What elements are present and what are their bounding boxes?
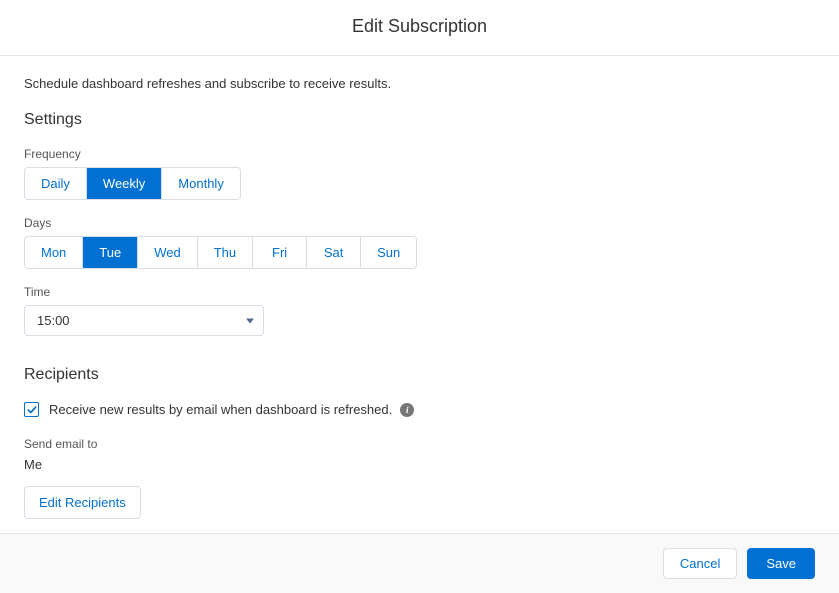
recipients-section: Recipients Receive new results by email … <box>24 366 815 519</box>
frequency-field: Frequency Daily Weekly Monthly <box>24 147 815 200</box>
description-text: Schedule dashboard refreshes and subscri… <box>24 76 815 91</box>
cancel-button[interactable]: Cancel <box>663 548 737 579</box>
receive-email-row: Receive new results by email when dashbo… <box>24 402 815 417</box>
frequency-button-group: Daily Weekly Monthly <box>24 167 241 200</box>
frequency-label: Frequency <box>24 147 815 161</box>
send-to-label: Send email to <box>24 437 815 451</box>
frequency-option-daily[interactable]: Daily <box>25 168 87 199</box>
day-option-sun[interactable]: Sun <box>361 237 416 268</box>
frequency-option-monthly[interactable]: Monthly <box>162 168 240 199</box>
days-button-group: Mon Tue Wed Thu Fri Sat Sun <box>24 236 417 269</box>
edit-recipients-button[interactable]: Edit Recipients <box>24 486 141 519</box>
send-to-value: Me <box>24 457 815 472</box>
day-option-wed[interactable]: Wed <box>138 237 198 268</box>
days-field: Days Mon Tue Wed Thu Fri Sat Sun <box>24 216 815 269</box>
frequency-option-weekly[interactable]: Weekly <box>87 168 162 199</box>
info-icon[interactable]: i <box>400 403 414 417</box>
time-select[interactable]: 15:00 <box>24 305 264 336</box>
day-option-mon[interactable]: Mon <box>25 237 83 268</box>
day-option-tue[interactable]: Tue <box>83 237 138 268</box>
day-option-sat[interactable]: Sat <box>307 237 361 268</box>
settings-heading: Settings <box>24 111 815 129</box>
receive-email-checkbox[interactable] <box>24 402 39 417</box>
recipients-heading: Recipients <box>24 366 815 384</box>
days-label: Days <box>24 216 815 230</box>
save-button[interactable]: Save <box>747 548 815 579</box>
time-field: Time 15:00 <box>24 285 815 336</box>
day-option-thu[interactable]: Thu <box>198 237 253 268</box>
dialog-title: Edit Subscription <box>0 16 839 37</box>
dialog-content: Schedule dashboard refreshes and subscri… <box>0 56 839 533</box>
checkmark-icon <box>27 405 37 415</box>
time-select-wrapper: 15:00 <box>24 305 264 336</box>
receive-email-label: Receive new results by email when dashbo… <box>49 402 392 417</box>
dialog-header: Edit Subscription <box>0 0 839 56</box>
day-option-fri[interactable]: Fri <box>253 237 307 268</box>
time-label: Time <box>24 285 815 299</box>
dialog-footer: Cancel Save <box>0 533 839 593</box>
